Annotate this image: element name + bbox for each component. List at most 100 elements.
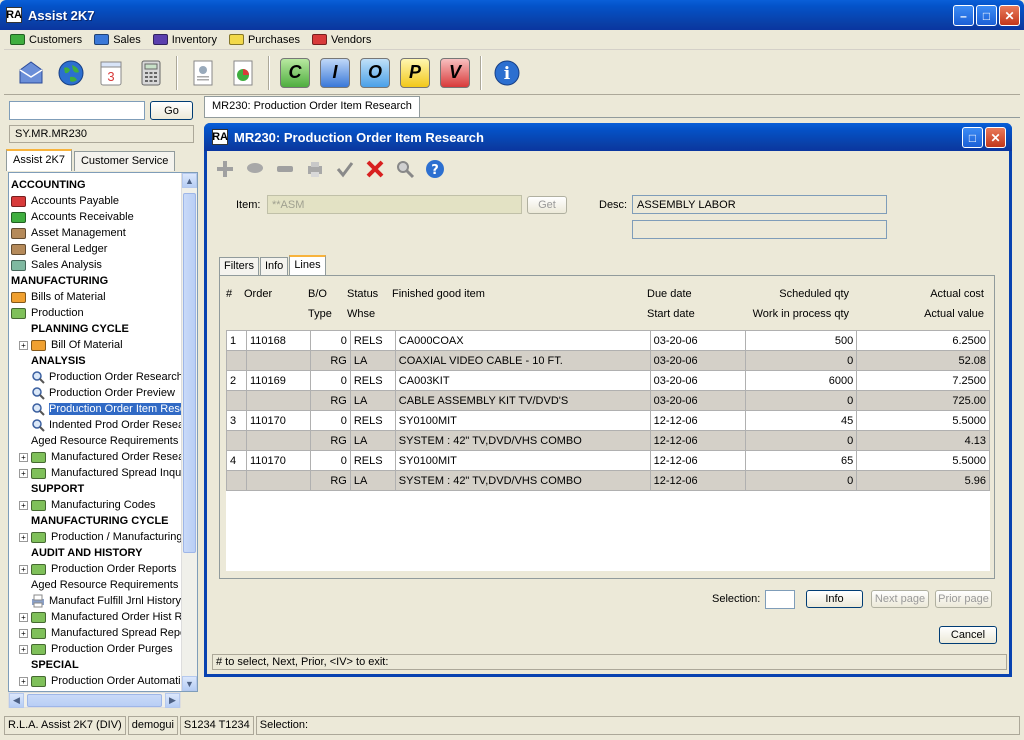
go-button[interactable]: Go (150, 101, 193, 120)
c-icon[interactable]: C (278, 56, 312, 90)
tree-item[interactable]: Manufact Fulfill Jrnl History (9, 593, 181, 609)
i-icon[interactable]: I (318, 56, 352, 90)
tree-horizontal-scrollbar[interactable]: ◀ ▶ (8, 692, 181, 708)
tree-item[interactable]: Indented Prod Order Research (9, 417, 181, 433)
menu-sales[interactable]: Sales (94, 34, 141, 46)
tree-item[interactable]: General Ledger (9, 241, 181, 257)
scroll-thumb[interactable] (183, 193, 196, 553)
tree-item[interactable]: + Manufacturing Codes (9, 497, 181, 513)
tree-item[interactable]: Asset Management (9, 225, 181, 241)
table-row-detail[interactable]: RG LA SYSTEM : 42" TV,DVD/VHS COMBO 12-12-0… (226, 470, 990, 491)
menu-inventory[interactable]: Inventory (152, 34, 217, 46)
scroll-down-icon[interactable]: ▼ (182, 676, 197, 691)
tree-vertical-scrollbar[interactable]: ▲ ▼ (181, 173, 197, 691)
item-field[interactable] (267, 195, 522, 214)
tree-item[interactable]: + Manufactured Spread Inquiry (9, 465, 181, 481)
tree-item[interactable]: Production Order Research (9, 369, 181, 385)
table-row-detail[interactable]: RG LA CABLE ASSEMBLY KIT TV/DVD'S 03-20-06 0… (226, 390, 990, 411)
document-icon[interactable] (186, 56, 220, 90)
scroll-up-icon[interactable]: ▲ (182, 173, 197, 188)
prior-page-button[interactable]: Prior page (935, 590, 992, 608)
scroll-right-icon[interactable]: ▶ (165, 693, 180, 708)
check-icon[interactable] (333, 157, 357, 181)
tree-item[interactable]: Accounts Receivable (9, 209, 181, 225)
expand-icon[interactable]: + (19, 532, 28, 542)
tree-item[interactable]: Aged Resource Requirements R (9, 577, 181, 593)
comment-icon[interactable] (243, 157, 267, 181)
tree-item[interactable]: Accounts Payable (9, 193, 181, 209)
expand-icon[interactable]: + (19, 500, 28, 510)
tree-item[interactable]: + Manufactured Order Research (9, 449, 181, 465)
minimize-button[interactable]: – (953, 5, 974, 26)
tree-item[interactable]: Bills of Material (9, 289, 181, 305)
tree-item[interactable]: + Bill Of Material (9, 337, 181, 353)
info-icon[interactable]: i (490, 56, 524, 90)
desc-field[interactable] (632, 195, 887, 214)
scroll-thumb[interactable] (27, 694, 162, 707)
add-icon[interactable] (213, 157, 237, 181)
desc-second-field[interactable] (632, 220, 887, 239)
expand-icon[interactable]: + (19, 564, 28, 574)
expand-icon[interactable]: + (19, 340, 28, 350)
print-icon[interactable] (303, 157, 327, 181)
search-icon[interactable] (393, 157, 417, 181)
next-page-button[interactable]: Next page (871, 590, 929, 608)
dialog-close-button[interactable]: ✕ (985, 127, 1006, 148)
tree-item[interactable]: Sales Analysis (9, 257, 181, 273)
scroll-left-icon[interactable]: ◀ (9, 693, 24, 708)
tab-filters[interactable]: Filters (219, 257, 259, 275)
tree-item[interactable]: Production Order Item Research (9, 401, 181, 417)
expand-icon[interactable]: + (19, 628, 28, 638)
table-row-detail[interactable]: RG LA SYSTEM : 42" TV,DVD/VHS COMBO 12-12-0… (226, 430, 990, 451)
tree-item[interactable]: Production Order Preview (9, 385, 181, 401)
delete-icon[interactable] (363, 157, 387, 181)
tab-assist-2k7[interactable]: Assist 2K7 (6, 149, 72, 171)
tab-info[interactable]: Info (259, 257, 289, 275)
expand-icon[interactable]: + (19, 676, 28, 686)
table-row[interactable]: 1 110168 0 RELS CA000COAX 03-20-06 500 6.2500 (226, 330, 990, 351)
close-button[interactable]: ✕ (999, 5, 1020, 26)
dialog-maximize-button[interactable]: □ (962, 127, 983, 148)
tree-item[interactable]: + Manufactured Spread Repo (9, 625, 181, 641)
table-row[interactable]: 4 110170 0 RELS SY0100MIT 12-12-06 65 5.5000 (226, 450, 990, 471)
menu-purchases[interactable]: Purchases (228, 34, 300, 46)
expand-icon[interactable]: + (19, 468, 28, 478)
get-button[interactable]: Get (527, 196, 567, 214)
calendar-icon[interactable]: 3 (94, 56, 128, 90)
tree-item[interactable]: Aged Resource Requirements (9, 433, 181, 449)
info-button[interactable]: Info (806, 590, 863, 608)
tree-item[interactable]: + Production Order Purges (9, 641, 181, 657)
selection-input[interactable] (765, 590, 795, 609)
tab-customer-service[interactable]: Customer Service (73, 151, 176, 171)
menu-search-input[interactable] (9, 101, 145, 120)
tree-item[interactable]: + Production Order Reports (9, 561, 181, 577)
globe-icon[interactable] (54, 56, 88, 90)
table-row-detail[interactable]: RG LA COAXIAL VIDEO CABLE - 10 FT. 03-20-06… (226, 350, 990, 371)
menu-vendors[interactable]: Vendors (311, 34, 371, 46)
expand-icon[interactable]: + (19, 612, 28, 622)
chart-icon[interactable] (226, 56, 260, 90)
calculator-icon[interactable] (134, 56, 168, 90)
table-row[interactable]: 2 110169 0 RELS CA003KIT 03-20-06 6000 7.2500 (226, 370, 990, 391)
cell-start: 03-20-06 (649, 390, 747, 411)
tab-lines[interactable]: Lines (289, 255, 326, 275)
menu-customers[interactable]: Customers (10, 34, 82, 46)
tree-item[interactable]: + Production Order Automati (9, 673, 181, 689)
expand-icon[interactable]: + (19, 452, 28, 462)
v-icon[interactable]: V (438, 56, 472, 90)
p-icon[interactable]: P (398, 56, 432, 90)
table-row[interactable]: 3 110170 0 RELS SY0100MIT 12-12-06 45 5.5000 (226, 410, 990, 431)
cell-empty (857, 491, 990, 511)
o-icon[interactable]: O (358, 56, 392, 90)
envelope-icon[interactable] (14, 56, 48, 90)
tree-item[interactable]: + Production / Manufacturing (9, 529, 181, 545)
maximize-button[interactable]: □ (976, 5, 997, 26)
help-icon[interactable]: ? (423, 157, 447, 181)
tree-item[interactable]: + Manufactured Order Hist R (9, 609, 181, 625)
minus-icon[interactable] (273, 157, 297, 181)
tree-item[interactable]: Production (9, 305, 181, 321)
cancel-button[interactable]: Cancel (939, 626, 997, 644)
folder-icon (31, 499, 46, 511)
document-tab[interactable]: MR230: Production Order Item Research (204, 96, 420, 118)
expand-icon[interactable]: + (19, 644, 28, 654)
